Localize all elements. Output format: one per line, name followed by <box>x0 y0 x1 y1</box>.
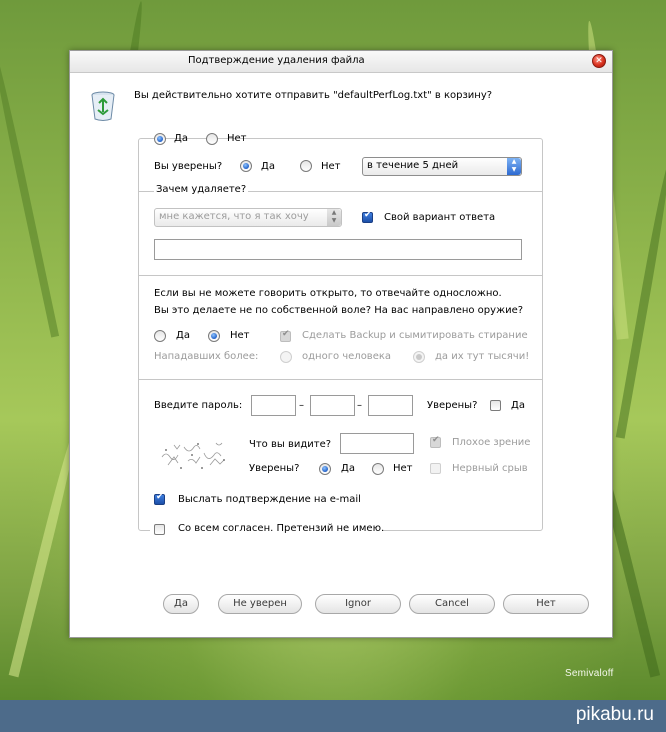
period-select-value: в течение 5 дней <box>367 160 459 171</box>
divider <box>138 275 543 276</box>
cancel-button[interactable]: Cancel <box>409 594 495 614</box>
own-answer-input[interactable] <box>154 239 522 260</box>
captcha-input[interactable] <box>340 433 414 454</box>
window-title: Подтверждение удаления файла <box>188 55 365 66</box>
attackers-label: Нападавших более: <box>154 351 259 362</box>
own-answer-checkbox[interactable] <box>362 210 373 223</box>
password-label: Введите пароль: <box>154 400 243 411</box>
one-person-label: одного человека <box>302 351 392 362</box>
captcha-image <box>154 435 236 477</box>
nervous-checkbox[interactable] <box>430 463 441 474</box>
nervous-label: Нервный срыв <box>452 463 528 474</box>
password-field-3[interactable] <box>368 395 413 416</box>
backup-checkbox[interactable] <box>280 329 291 342</box>
weapon-no-label: Нет <box>230 330 250 341</box>
divider <box>138 379 543 380</box>
sure2-yes-radio[interactable] <box>319 463 331 475</box>
recycle-bin-icon <box>91 91 115 121</box>
weapon-line-1: Если вы не можете говорить открыто, то о… <box>154 288 502 299</box>
password-dash: – <box>357 400 362 411</box>
delete-question: Вы действительно хотите отправить "defau… <box>134 90 493 101</box>
password-sure-label: Уверены? <box>427 400 478 411</box>
title-bar[interactable]: Подтверждение удаления файла ✕ <box>70 51 612 73</box>
sure-no-label: Нет <box>321 161 341 172</box>
sure-label: Вы уверены? <box>154 161 223 172</box>
one-person-radio[interactable] <box>280 351 292 363</box>
bad-sight-checkbox[interactable] <box>430 435 441 448</box>
email-label: Выслать подтверждение на e-mail <box>178 494 361 505</box>
password-field-2[interactable] <box>310 395 355 416</box>
sure2-no-label: Нет <box>393 463 413 474</box>
delete-confirmation-dialog: Подтверждение удаления файла ✕ Вы действ… <box>69 50 613 638</box>
no-button[interactable]: Нет <box>503 594 589 614</box>
ignor-button[interactable]: Ignor <box>315 594 401 614</box>
password-field-1[interactable] <box>251 395 296 416</box>
sure-yes-label: Да <box>261 161 275 172</box>
weapon-no-radio[interactable] <box>208 330 220 342</box>
close-button[interactable]: ✕ <box>592 54 606 68</box>
select-arrows-icon: ▲ ▼ <box>507 158 521 175</box>
password-dash: – <box>299 400 304 411</box>
password-sure-yes-label: Да <box>511 400 525 411</box>
select-arrows-icon: ▲ ▼ <box>327 209 341 226</box>
yes-button[interactable]: Да <box>163 594 199 614</box>
site-footer-bar: pikabu.ru <box>0 700 666 732</box>
reason-heading: Зачем удаляете? <box>154 184 249 195</box>
reason-select[interactable]: мне кажется, что я так хочу ▲ ▼ <box>154 208 342 227</box>
top-no-radio[interactable] <box>206 133 218 145</box>
weapon-line-2: Вы это делаете не по собственной воле? Н… <box>154 305 524 316</box>
author-signature: Semivaloff <box>565 668 614 679</box>
password-sure-checkbox[interactable] <box>490 400 501 411</box>
sure-yes-radio[interactable] <box>240 160 252 172</box>
weapon-yes-label: Да <box>176 330 190 341</box>
not-sure-button[interactable]: Не уверен <box>218 594 302 614</box>
backup-label: Сделать Backup и сымитировать стирание <box>302 330 528 341</box>
weapon-yes-radio[interactable] <box>154 330 166 342</box>
sure-no-radio[interactable] <box>300 160 312 172</box>
thousands-radio[interactable] <box>413 351 425 363</box>
thousands-label: да их тут тысячи! <box>435 351 530 362</box>
email-checkbox[interactable] <box>154 492 165 505</box>
reason-select-value: мне кажется, что я так хочу <box>159 211 309 222</box>
agree-checkbox[interactable] <box>154 524 165 535</box>
top-yes-radio[interactable] <box>154 133 166 145</box>
close-icon: ✕ <box>595 56 603 66</box>
what-see-label: Что вы видите? <box>249 439 332 450</box>
sure2-label: Уверены? <box>249 463 300 474</box>
top-no-label: Нет <box>227 133 247 144</box>
sure2-yes-label: Да <box>341 463 355 474</box>
site-name: pikabu.ru <box>575 704 654 725</box>
sure2-no-radio[interactable] <box>372 463 384 475</box>
top-yes-label: Да <box>174 133 188 144</box>
period-select[interactable]: в течение 5 дней ▲ ▼ <box>362 157 522 176</box>
bad-sight-label: Плохое зрение <box>452 437 531 448</box>
own-answer-label: Свой вариант ответа <box>384 212 496 223</box>
agree-label: Со всем согласен. Претензий не имею. <box>178 523 385 534</box>
